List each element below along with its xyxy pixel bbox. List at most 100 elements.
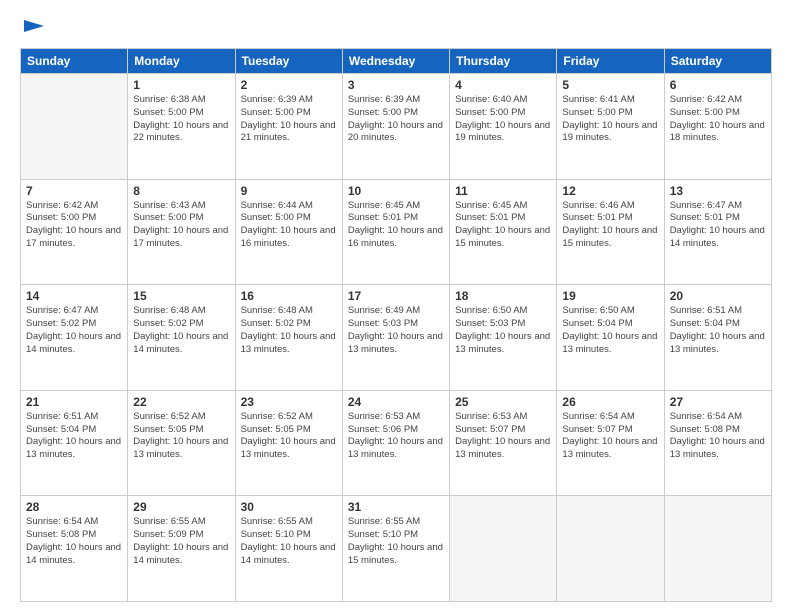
calendar-cell [557, 496, 664, 602]
day-info: Sunrise: 6:43 AMSunset: 5:00 PMDaylight:… [133, 200, 229, 251]
day-number: 14 [26, 289, 122, 303]
calendar-cell: 29 Sunrise: 6:55 AMSunset: 5:09 PMDayligh… [128, 496, 235, 602]
day-info: Sunrise: 6:38 AMSunset: 5:00 PMDaylight:… [133, 94, 229, 145]
calendar-cell: 19Sunrise: 6:50 AMSunset: 5:04 PMDayligh… [557, 285, 664, 391]
calendar-cell: 22 Sunrise: 6:52 AMSunset: 5:05 PMDayligh… [128, 390, 235, 496]
calendar-week-row: 1 Sunrise: 6:38 AMSunset: 5:00 PMDaylight… [21, 74, 772, 180]
day-info: Sunrise: 6:46 AMSunset: 5:01 PMDaylight:… [562, 200, 658, 251]
calendar-cell: 27 Sunrise: 6:54 AMSunset: 5:08 PMDayligh… [664, 390, 771, 496]
day-info: Sunrise: 6:53 AMSunset: 5:07 PMDaylight:… [455, 411, 551, 462]
day-number: 31 [348, 500, 444, 514]
day-info: Sunrise: 6:42 AMSunset: 5:00 PMDaylight:… [670, 94, 766, 145]
logo-flag-icon [22, 18, 46, 38]
calendar-cell: 16 Sunrise: 6:48 AMSunset: 5:02 PMDayligh… [235, 285, 342, 391]
calendar-cell: 21Sunrise: 6:51 AMSunset: 5:04 PMDayligh… [21, 390, 128, 496]
calendar-cell: 15Sunrise: 6:48 AMSunset: 5:02 PMDayligh… [128, 285, 235, 391]
day-number: 27 [670, 395, 766, 409]
calendar-cell: 31 Sunrise: 6:55 AMSunset: 5:10 PMDayligh… [342, 496, 449, 602]
day-info: Sunrise: 6:55 AMSunset: 5:09 PMDaylight:… [133, 516, 229, 567]
calendar-cell: 5Sunrise: 6:41 AMSunset: 5:00 PMDaylight… [557, 74, 664, 180]
calendar-day-header: Tuesday [235, 49, 342, 74]
day-number: 7 [26, 184, 122, 198]
calendar-cell: 25Sunrise: 6:53 AMSunset: 5:07 PMDayligh… [450, 390, 557, 496]
day-info: Sunrise: 6:51 AMSunset: 5:04 PMDaylight:… [670, 305, 766, 356]
calendar-cell: 7 Sunrise: 6:42 AMSunset: 5:00 PMDaylight… [21, 179, 128, 285]
day-info: Sunrise: 6:50 AMSunset: 5:03 PMDaylight:… [455, 305, 551, 356]
day-number: 9 [241, 184, 337, 198]
day-info: Sunrise: 6:47 AMSunset: 5:02 PMDaylight:… [26, 305, 122, 356]
day-number: 29 [133, 500, 229, 514]
day-number: 21 [26, 395, 122, 409]
day-number: 30 [241, 500, 337, 514]
day-number: 3 [348, 78, 444, 92]
calendar-cell: 17 Sunrise: 6:49 AMSunset: 5:03 PMDayligh… [342, 285, 449, 391]
day-info: Sunrise: 6:39 AMSunset: 5:00 PMDaylight:… [348, 94, 444, 145]
calendar-day-header: Wednesday [342, 49, 449, 74]
day-number: 22 [133, 395, 229, 409]
logo [20, 20, 46, 40]
day-info: Sunrise: 6:50 AMSunset: 5:04 PMDaylight:… [562, 305, 658, 356]
calendar-cell: 24 Sunrise: 6:53 AMSunset: 5:06 PMDayligh… [342, 390, 449, 496]
header [20, 16, 772, 40]
calendar-week-row: 14 Sunrise: 6:47 AMSunset: 5:02 PMDayligh… [21, 285, 772, 391]
day-number: 26 [562, 395, 658, 409]
day-info: Sunrise: 6:48 AMSunset: 5:02 PMDaylight:… [241, 305, 337, 356]
day-number: 1 [133, 78, 229, 92]
day-number: 10 [348, 184, 444, 198]
calendar-cell: 11 Sunrise: 6:45 AMSunset: 5:01 PMDayligh… [450, 179, 557, 285]
day-number: 6 [670, 78, 766, 92]
day-info: Sunrise: 6:44 AMSunset: 5:00 PMDaylight:… [241, 200, 337, 251]
day-number: 12 [562, 184, 658, 198]
day-info: Sunrise: 6:45 AMSunset: 5:01 PMDaylight:… [455, 200, 551, 251]
day-number: 18 [455, 289, 551, 303]
calendar-week-row: 28Sunrise: 6:54 AMSunset: 5:08 PMDayligh… [21, 496, 772, 602]
day-info: Sunrise: 6:47 AMSunset: 5:01 PMDaylight:… [670, 200, 766, 251]
calendar-cell: 8Sunrise: 6:43 AMSunset: 5:00 PMDaylight… [128, 179, 235, 285]
calendar-cell: 28Sunrise: 6:54 AMSunset: 5:08 PMDayligh… [21, 496, 128, 602]
page: SundayMondayTuesdayWednesdayThursdayFrid… [0, 0, 792, 612]
day-info: Sunrise: 6:39 AMSunset: 5:00 PMDaylight:… [241, 94, 337, 145]
day-number: 13 [670, 184, 766, 198]
day-number: 28 [26, 500, 122, 514]
calendar-cell: 1 Sunrise: 6:38 AMSunset: 5:00 PMDaylight… [128, 74, 235, 180]
calendar-cell: 26 Sunrise: 6:54 AMSunset: 5:07 PMDayligh… [557, 390, 664, 496]
calendar-day-header: Saturday [664, 49, 771, 74]
day-number: 23 [241, 395, 337, 409]
calendar-cell: 14 Sunrise: 6:47 AMSunset: 5:02 PMDayligh… [21, 285, 128, 391]
day-info: Sunrise: 6:54 AMSunset: 5:07 PMDaylight:… [562, 411, 658, 462]
calendar-cell: 18 Sunrise: 6:50 AMSunset: 5:03 PMDayligh… [450, 285, 557, 391]
calendar-day-header: Thursday [450, 49, 557, 74]
day-number: 17 [348, 289, 444, 303]
calendar-cell: 9 Sunrise: 6:44 AMSunset: 5:00 PMDaylight… [235, 179, 342, 285]
day-number: 24 [348, 395, 444, 409]
day-info: Sunrise: 6:49 AMSunset: 5:03 PMDaylight:… [348, 305, 444, 356]
calendar-cell [450, 496, 557, 602]
day-info: Sunrise: 6:52 AMSunset: 5:05 PMDaylight:… [133, 411, 229, 462]
day-number: 16 [241, 289, 337, 303]
calendar-week-row: 21Sunrise: 6:51 AMSunset: 5:04 PMDayligh… [21, 390, 772, 496]
calendar-cell [664, 496, 771, 602]
day-info: Sunrise: 6:55 AMSunset: 5:10 PMDaylight:… [348, 516, 444, 567]
calendar-week-row: 7 Sunrise: 6:42 AMSunset: 5:00 PMDaylight… [21, 179, 772, 285]
calendar-day-header: Friday [557, 49, 664, 74]
day-number: 2 [241, 78, 337, 92]
day-info: Sunrise: 6:54 AMSunset: 5:08 PMDaylight:… [670, 411, 766, 462]
calendar-cell: 30 Sunrise: 6:55 AMSunset: 5:10 PMDayligh… [235, 496, 342, 602]
day-number: 11 [455, 184, 551, 198]
calendar-header-row: SundayMondayTuesdayWednesdayThursdayFrid… [21, 49, 772, 74]
day-info: Sunrise: 6:48 AMSunset: 5:02 PMDaylight:… [133, 305, 229, 356]
calendar-cell: 12 Sunrise: 6:46 AMSunset: 5:01 PMDayligh… [557, 179, 664, 285]
calendar-table: SundayMondayTuesdayWednesdayThursdayFrid… [20, 48, 772, 602]
day-info: Sunrise: 6:42 AMSunset: 5:00 PMDaylight:… [26, 200, 122, 251]
day-number: 5 [562, 78, 658, 92]
calendar-cell: 13 Sunrise: 6:47 AMSunset: 5:01 PMDayligh… [664, 179, 771, 285]
calendar-cell: 6 Sunrise: 6:42 AMSunset: 5:00 PMDaylight… [664, 74, 771, 180]
day-info: Sunrise: 6:52 AMSunset: 5:05 PMDaylight:… [241, 411, 337, 462]
day-info: Sunrise: 6:53 AMSunset: 5:06 PMDaylight:… [348, 411, 444, 462]
day-info: Sunrise: 6:40 AMSunset: 5:00 PMDaylight:… [455, 94, 551, 145]
calendar-cell: 4 Sunrise: 6:40 AMSunset: 5:00 PMDaylight… [450, 74, 557, 180]
day-number: 4 [455, 78, 551, 92]
calendar-day-header: Monday [128, 49, 235, 74]
calendar-cell: 23 Sunrise: 6:52 AMSunset: 5:05 PMDayligh… [235, 390, 342, 496]
day-info: Sunrise: 6:55 AMSunset: 5:10 PMDaylight:… [241, 516, 337, 567]
